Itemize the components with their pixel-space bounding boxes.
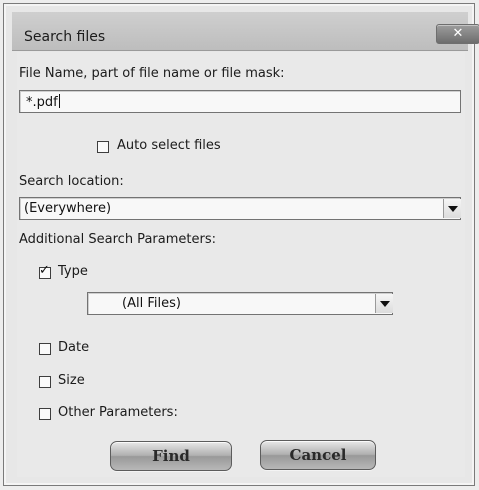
text-caret — [58, 94, 60, 108]
date-checkbox[interactable] — [39, 343, 51, 355]
file-type-value: (All Files) — [122, 296, 181, 311]
file-name-value: *.pdf — [26, 95, 58, 110]
size-label: Size — [58, 373, 85, 388]
chevron-down-icon[interactable] — [443, 199, 461, 218]
type-label: Type — [58, 264, 88, 279]
close-button[interactable]: ✕ — [436, 24, 479, 44]
cancel-button[interactable]: Cancel — [260, 440, 376, 470]
search-location-select[interactable]: (Everywhere) — [19, 197, 461, 220]
file-name-input[interactable]: *.pdf — [19, 90, 461, 113]
search-files-dialog: Search files ✕ File Name, part of file n… — [3, 3, 479, 486]
find-button[interactable]: Find — [110, 441, 232, 471]
file-name-label: File Name, part of file name or file mas… — [19, 66, 285, 81]
search-location-value: (Everywhere) — [24, 201, 112, 216]
additional-params-label: Additional Search Parameters: — [19, 232, 216, 247]
title-bar: Search files ✕ — [12, 12, 479, 51]
checkmark-icon: ✓ — [39, 263, 50, 278]
auto-select-checkbox[interactable] — [97, 141, 109, 153]
dialog-body: File Name, part of file name or file mas… — [17, 52, 465, 477]
other-params-checkbox[interactable] — [39, 408, 51, 420]
close-icon: ✕ — [452, 26, 464, 41]
date-label: Date — [58, 340, 90, 355]
chevron-down-icon[interactable] — [375, 294, 393, 313]
other-params-label: Other Parameters: — [58, 405, 178, 420]
type-checkbox[interactable]: ✓ — [39, 263, 51, 279]
size-checkbox[interactable] — [39, 376, 51, 388]
dialog-title: Search files — [24, 29, 106, 45]
auto-select-label: Auto select files — [117, 138, 221, 153]
file-type-select[interactable]: (All Files) — [87, 292, 393, 315]
search-location-label: Search location: — [19, 174, 124, 189]
